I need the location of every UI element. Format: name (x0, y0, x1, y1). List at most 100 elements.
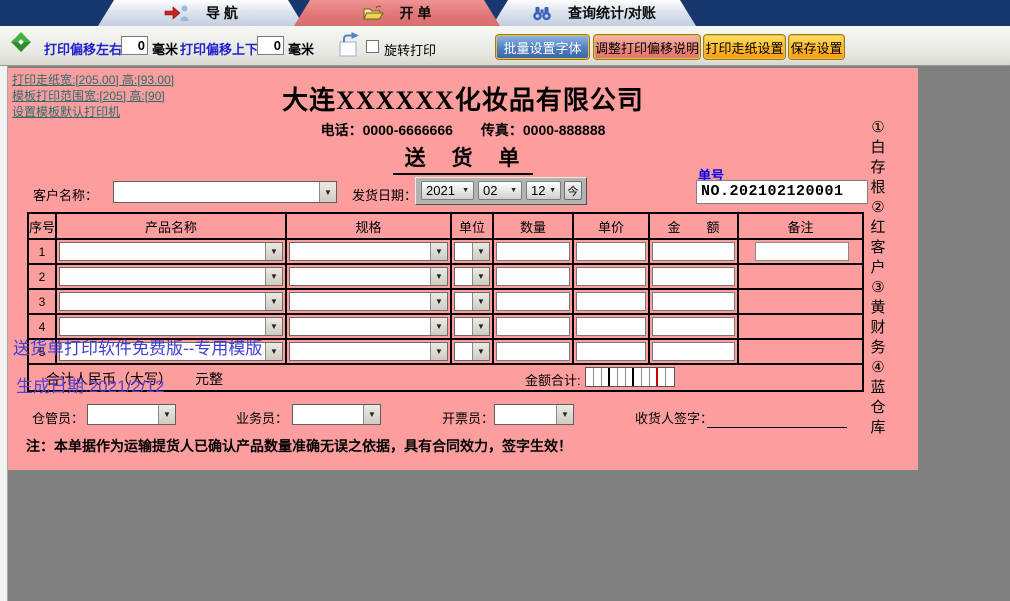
dropdown-arrow-icon[interactable]: ▼ (265, 318, 282, 335)
unit-select-field[interactable] (455, 293, 472, 310)
day-select[interactable]: 12 ▼ (526, 181, 561, 200)
legend-char: 客 (870, 239, 886, 256)
rotate-print-checkbox[interactable] (366, 40, 379, 53)
product-select-field[interactable] (60, 293, 265, 310)
offset-lr-input[interactable] (121, 36, 148, 55)
adjust-offset-help-button[interactable]: 调整打印偏移说明 (594, 35, 700, 59)
salesman-select-field[interactable] (293, 405, 363, 424)
product-select[interactable]: ▼ (59, 292, 283, 311)
salesman-select[interactable]: ▼ (292, 404, 381, 425)
unit-select-field[interactable] (455, 318, 472, 335)
spec-select-field[interactable] (290, 318, 430, 335)
dropdown-arrow-icon[interactable]: ▼ (430, 268, 447, 285)
dropdown-arrow-icon[interactable]: ▼ (265, 293, 282, 310)
price-input[interactable] (576, 267, 646, 286)
product-select-field[interactable] (60, 268, 265, 285)
dropdown-arrow-icon[interactable]: ▼ (430, 318, 447, 335)
spec-select[interactable]: ▼ (289, 317, 448, 336)
product-select-field[interactable] (60, 318, 265, 335)
delivery-form: 打印走纸宽:[205.00] 高:[93.00] 模板打印范围宽:[205] 高… (8, 68, 918, 470)
issuer-select[interactable]: ▼ (494, 404, 574, 425)
legend-char: ② (871, 199, 885, 216)
product-cell: ▼ (57, 240, 287, 263)
tab-billing[interactable]: 开 单 (294, 0, 500, 26)
app-window: 导 航 开 单 查询统计/对账 打印偏移左右 0 毫米 打印偏移上下 0 毫米 … (0, 0, 1010, 601)
table-row: 2 ▼ ▼ ▼ (29, 265, 862, 290)
quantity-input[interactable] (496, 342, 570, 361)
customer-select[interactable]: ▼ (113, 181, 337, 203)
order-no-input[interactable]: NO.202102120001 (696, 180, 868, 204)
dropdown-arrow-icon[interactable]: ▼ (265, 243, 282, 260)
quantity-input[interactable] (496, 317, 570, 336)
unit-select[interactable]: ▼ (454, 242, 490, 261)
customer-select-field[interactable] (114, 182, 319, 202)
dropdown-arrow-icon[interactable]: ▼ (363, 405, 380, 424)
dropdown-arrow-icon[interactable]: ▼ (472, 318, 489, 335)
product-select[interactable]: ▼ (59, 242, 283, 261)
issuer-select-field[interactable] (495, 405, 556, 424)
dropdown-arrow-icon[interactable]: ▼ (472, 343, 489, 360)
price-input[interactable] (576, 292, 646, 311)
dropdown-arrow-icon[interactable]: ▼ (430, 343, 447, 360)
dropdown-arrow-icon[interactable]: ▼ (472, 268, 489, 285)
amount-input[interactable] (652, 292, 735, 311)
product-select[interactable]: ▼ (59, 267, 283, 286)
dropdown-arrow-icon[interactable]: ▼ (430, 243, 447, 260)
quantity-input[interactable] (496, 242, 570, 261)
watermark-link[interactable]: 送货单打印软件免费版--专用模版 (13, 334, 262, 359)
amount-input[interactable] (652, 342, 735, 361)
spec-select[interactable]: ▼ (289, 292, 448, 311)
remark-cell (739, 265, 862, 288)
price-input[interactable] (576, 317, 646, 336)
offset-ud-input[interactable] (257, 36, 284, 55)
dropdown-arrow-icon[interactable]: ▼ (265, 343, 282, 360)
amount-input-cell (650, 340, 739, 363)
amount-input[interactable] (652, 317, 735, 336)
dropdown-arrow-icon[interactable]: ▼ (472, 243, 489, 260)
save-settings-button[interactable]: 保存设置 (789, 35, 844, 59)
amount-input[interactable] (652, 242, 735, 261)
spec-select-field[interactable] (290, 243, 430, 260)
month-select[interactable]: 02 ▼ (478, 181, 522, 200)
spec-select-field[interactable] (290, 268, 430, 285)
price-input[interactable] (576, 342, 646, 361)
unit-select[interactable]: ▼ (454, 267, 490, 286)
unit-select[interactable]: ▼ (454, 342, 490, 361)
dropdown-arrow-icon[interactable]: ▼ (556, 405, 573, 424)
dropdown-arrow-icon[interactable]: ▼ (158, 405, 175, 424)
spec-select[interactable]: ▼ (289, 267, 448, 286)
spec-select-field[interactable] (290, 343, 430, 360)
remark-input[interactable] (755, 242, 849, 261)
price-input[interactable] (576, 242, 646, 261)
spec-select[interactable]: ▼ (289, 242, 448, 261)
spec-select-field[interactable] (290, 293, 430, 310)
year-select[interactable]: 2021 ▼ (421, 181, 474, 200)
dropdown-arrow-icon[interactable]: ▼ (319, 182, 336, 202)
batch-font-button[interactable]: 批量设置字体 (496, 35, 589, 59)
doc-title-wrap: 送 货 单 (8, 142, 918, 175)
unit-cell: ▼ (452, 240, 494, 263)
amount-input[interactable] (652, 267, 735, 286)
footer-note: 注：本单据作为运输提货人已确认产品数量准确无误之依据，具有合同效力，签字生效！ (26, 438, 572, 454)
nav-arrow-person-icon (164, 5, 190, 21)
dropdown-arrow-icon[interactable]: ▼ (265, 268, 282, 285)
product-select-field[interactable] (60, 243, 265, 260)
tab-navigation[interactable]: 导 航 (98, 0, 304, 26)
unit-select-field[interactable] (455, 268, 472, 285)
legend-char: 务 (870, 339, 886, 356)
tab-query-stats[interactable]: 查询统计/对账 (492, 0, 696, 26)
paper-feed-settings-button[interactable]: 打印走纸设置 (704, 35, 785, 59)
unit-select-field[interactable] (455, 243, 472, 260)
dropdown-arrow-icon[interactable]: ▼ (430, 293, 447, 310)
unit-select[interactable]: ▼ (454, 317, 490, 336)
warehouse-select[interactable]: ▼ (87, 404, 176, 425)
dropdown-arrow-icon[interactable]: ▼ (472, 293, 489, 310)
unit-select[interactable]: ▼ (454, 292, 490, 311)
warehouse-select-field[interactable] (88, 405, 158, 424)
quantity-input[interactable] (496, 292, 570, 311)
unit-select-field[interactable] (455, 343, 472, 360)
spec-select[interactable]: ▼ (289, 342, 448, 361)
today-button[interactable]: 今 (564, 181, 582, 200)
quantity-input[interactable] (496, 267, 570, 286)
table-row: 1 ▼ ▼ ▼ (29, 240, 862, 265)
